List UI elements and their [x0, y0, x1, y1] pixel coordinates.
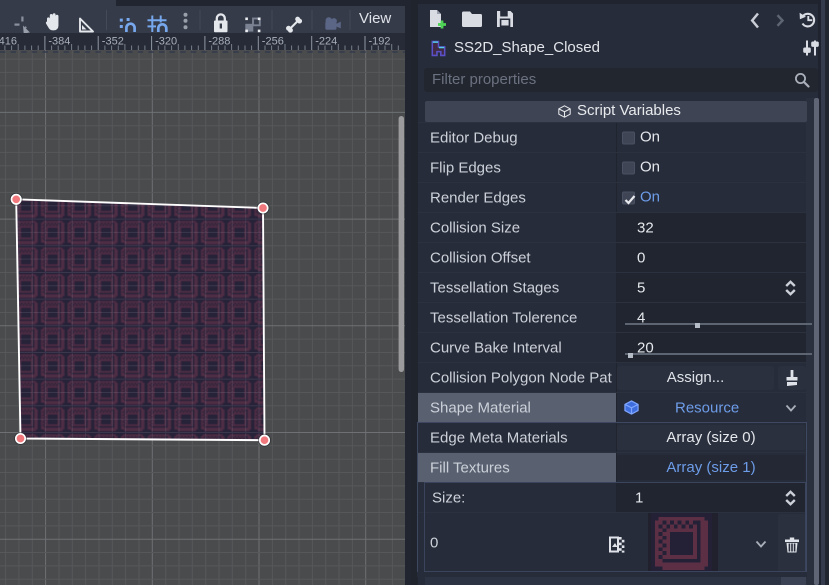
svg-text:-416: -416	[0, 36, 17, 48]
